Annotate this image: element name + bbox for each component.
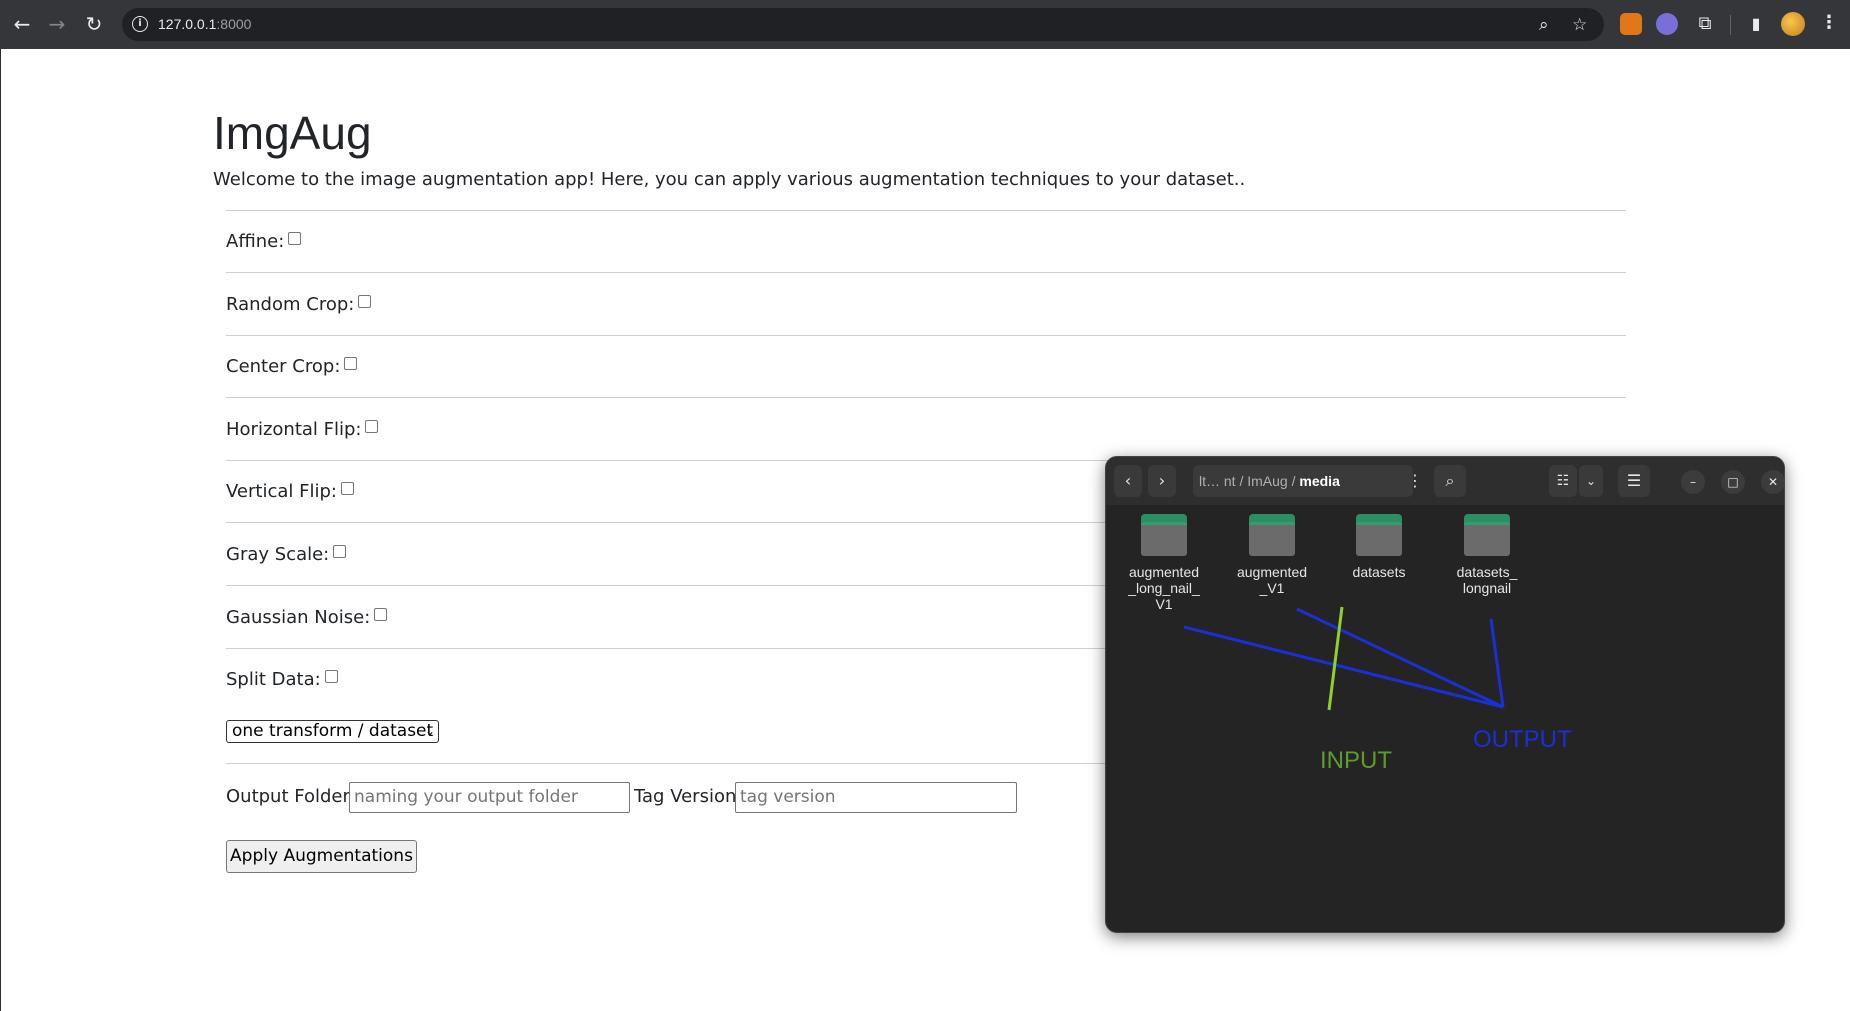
- site-info-icon[interactable]: i: [132, 16, 148, 32]
- option-label: Horizontal Flip:: [226, 419, 362, 440]
- affine-checkbox[interactable]: [288, 232, 302, 245]
- output-arrow-line: [1183, 625, 1504, 709]
- mode-select[interactable]: one transform / dataset ⌄: [226, 720, 439, 743]
- mode-select-value: one transform / dataset: [232, 721, 434, 741]
- option-label: Gaussian Noise:: [226, 607, 371, 628]
- extension-icon[interactable]: [1656, 13, 1678, 35]
- tag-version-label: Tag Version:: [634, 786, 743, 807]
- output-arrow-line: [1296, 607, 1504, 709]
- option-label: Center Crop:: [226, 356, 341, 377]
- annotation-drawing: [1183, 606, 1505, 711]
- page-left-border: [0, 49, 1, 1011]
- page-subtitle: Welcome to the image augmentation app! H…: [213, 169, 1246, 190]
- option-label: Vertical Flip:: [226, 481, 337, 502]
- divider: [226, 210, 1626, 211]
- option-gaussian-noise: Gaussian Noise:: [226, 607, 388, 628]
- page-title: ImgAug: [213, 107, 372, 159]
- extensions-puzzle-icon[interactable]: ⧉: [1693, 12, 1717, 36]
- side-panel-icon[interactable]: ▮: [1744, 12, 1768, 36]
- option-affine: Affine:: [226, 231, 302, 252]
- zoom-icon[interactable]: ⌕: [1539, 15, 1549, 35]
- option-center-crop: Center Crop:: [226, 356, 358, 377]
- browser-toolbar: ← → ↻ i 127.0.0.1:8000 ⌕ ☆ ⧉ ▮ ⋮: [0, 0, 1850, 49]
- chevron-down-icon: ⌄: [424, 724, 435, 738]
- metamask-extension-icon[interactable]: [1620, 13, 1642, 35]
- url-text: 127.0.0.1:8000: [158, 16, 252, 32]
- kebab-menu-icon[interactable]: ⋮: [1820, 12, 1838, 33]
- gray-scale-checkbox[interactable]: [333, 545, 347, 558]
- forward-icon[interactable]: →: [45, 12, 69, 36]
- option-label: Gray Scale:: [226, 544, 330, 565]
- option-random-crop: Random Crop:: [226, 294, 372, 315]
- option-vertical-flip: Vertical Flip:: [226, 481, 354, 502]
- output-folder-label: Output Folder:: [226, 786, 356, 807]
- option-gray-scale: Gray Scale:: [226, 544, 347, 565]
- random-crop-checkbox[interactable]: [358, 295, 372, 308]
- option-split-data: Split Data:: [226, 669, 338, 690]
- divider: [226, 397, 1626, 398]
- horizontal-flip-checkbox[interactable]: [365, 420, 379, 433]
- reload-icon[interactable]: ↻: [82, 12, 106, 36]
- gaussian-noise-checkbox[interactable]: [374, 608, 388, 621]
- input-annotation-label: INPUT: [1320, 747, 1392, 774]
- output-arrow-line: [1489, 618, 1505, 708]
- output-folder-input[interactable]: naming your output folder: [349, 782, 630, 813]
- center-crop-checkbox[interactable]: [344, 357, 358, 370]
- option-label: Affine:: [226, 231, 285, 252]
- split-data-checkbox[interactable]: [324, 670, 338, 683]
- apply-augmentations-button[interactable]: Apply Augmentations: [226, 840, 417, 873]
- vertical-flip-checkbox[interactable]: [340, 482, 354, 495]
- bookmark-star-icon[interactable]: ☆: [1572, 15, 1587, 35]
- option-label: Random Crop:: [226, 294, 355, 315]
- divider: [226, 272, 1626, 273]
- file-manager-window: ‹ › lt… nt / ImAug / media ⋮ ⌕ ☷ ⌄ ☰ – □…: [1105, 456, 1785, 933]
- address-bar[interactable]: i 127.0.0.1:8000 ⌕ ☆: [122, 8, 1604, 41]
- tag-version-input[interactable]: tag version: [735, 782, 1017, 813]
- option-label: Split Data:: [226, 669, 321, 690]
- input-arrow-line: [1327, 606, 1344, 711]
- option-horizontal-flip: Horizontal Flip:: [226, 419, 379, 440]
- toolbar-divider: [1730, 15, 1731, 35]
- profile-avatar[interactable]: [1781, 12, 1805, 36]
- back-icon[interactable]: ←: [10, 12, 34, 36]
- output-annotation-label: OUTPUT: [1473, 726, 1572, 753]
- divider: [226, 335, 1626, 336]
